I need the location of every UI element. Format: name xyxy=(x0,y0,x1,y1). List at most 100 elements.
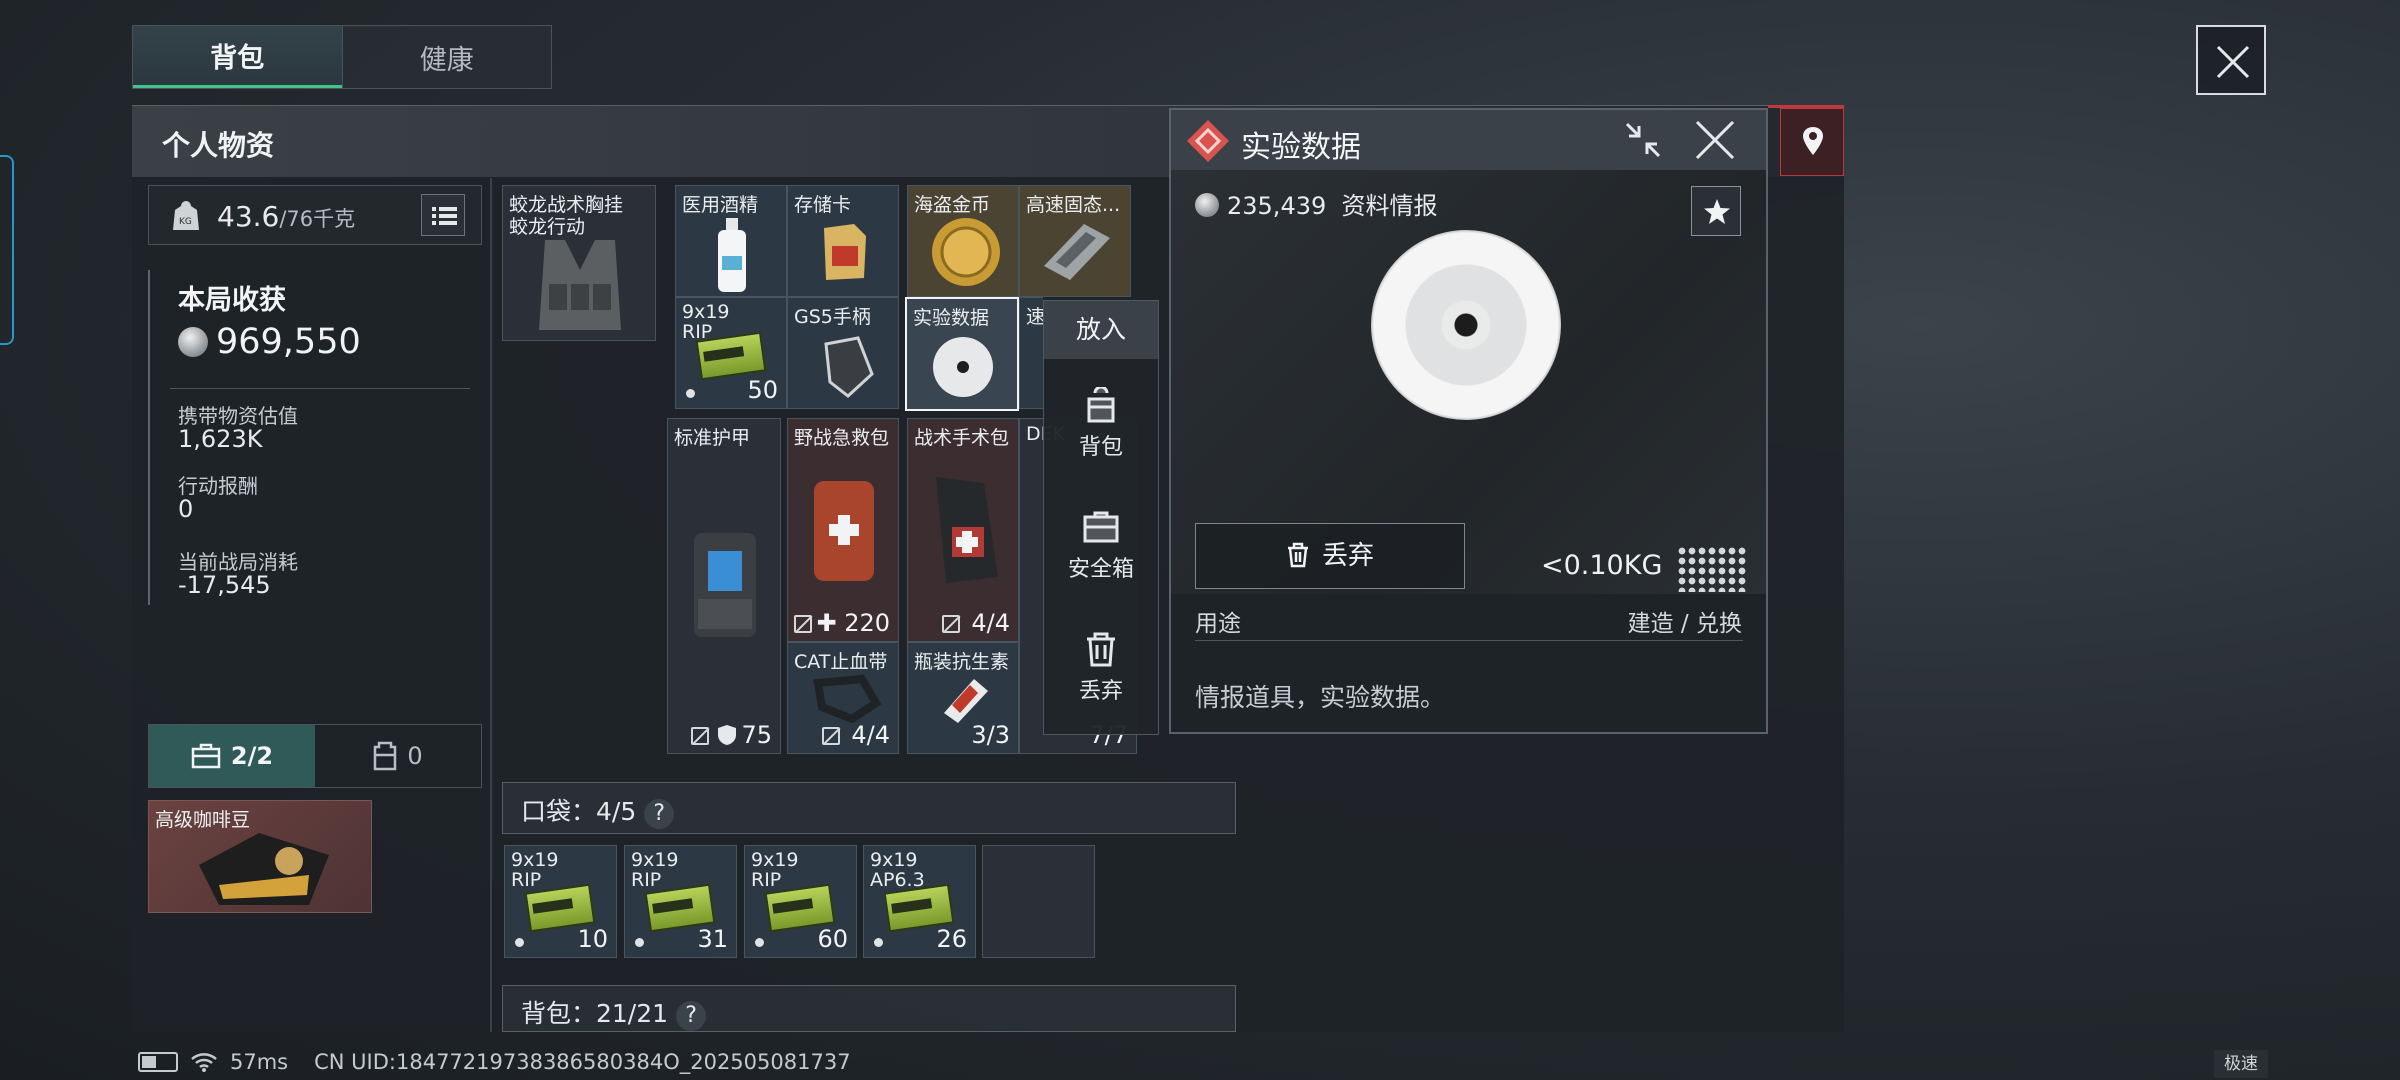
discard-button[interactable]: 丢弃 xyxy=(1195,523,1465,589)
bottle-icon xyxy=(718,218,746,292)
backpack-icon xyxy=(1087,387,1115,423)
pocket-slot[interactable]: 9x19 RIP 60 xyxy=(744,845,857,958)
item-cat-tourniquet[interactable]: CAT止血带 4/4 xyxy=(787,642,899,754)
menu-item-safe-case[interactable]: 安全箱 xyxy=(1044,509,1158,583)
item-count: 3/3 xyxy=(971,721,1010,749)
item-experiment-data[interactable]: 实验数据 xyxy=(905,297,1019,411)
weight-max: /76千克 xyxy=(279,207,356,231)
no-drop-icon xyxy=(691,727,710,745)
item-name: 瓶装抗生素 xyxy=(914,651,1010,673)
item-chest-rig[interactable]: 蛟龙战术胸挂 蛟龙行动 xyxy=(502,185,656,341)
item-durability: 75 xyxy=(691,721,772,749)
weight-icon: KG xyxy=(173,201,199,230)
item-ammo-rip[interactable]: 9x19 RIP 50 xyxy=(675,297,787,409)
chest-rig-icon xyxy=(539,240,621,330)
canister-icon xyxy=(374,741,397,771)
tab-card-case[interactable]: 0 xyxy=(315,725,481,787)
item-pirate-coin[interactable]: 海盗金币 xyxy=(907,185,1019,297)
pill-bottle-icon xyxy=(944,679,988,723)
close-icon xyxy=(2216,45,2250,79)
ammo-box-icon xyxy=(695,331,767,381)
help-button[interactable]: ? xyxy=(644,799,675,829)
armor-durability-value: 75 xyxy=(741,721,772,749)
menu-item-label: 安全箱 xyxy=(1067,557,1134,582)
no-drop-icon xyxy=(941,615,960,633)
pocket-slot[interactable]: 9x19 RIP 31 xyxy=(624,845,737,958)
minimize-icon[interactable] xyxy=(1623,120,1663,160)
ssd-icon xyxy=(1044,224,1110,280)
item-name: 9x19 RIP xyxy=(631,849,679,891)
item-standard-armor[interactable]: 标准护甲 75 xyxy=(667,418,781,754)
stat-value-reward: 0 xyxy=(178,495,194,523)
svg-text:KG: KG xyxy=(179,217,192,227)
tab-safe-case[interactable]: 2/2 xyxy=(149,725,315,787)
item-coffee-beans[interactable]: 高级咖啡豆 xyxy=(148,800,372,913)
disc-image xyxy=(1353,212,1579,438)
item-surgery-kit[interactable]: 战术手术包 4/4 xyxy=(907,418,1019,642)
item-name: 9x19 AP6.3 xyxy=(870,849,925,891)
usage-label: 用途 xyxy=(1195,611,1241,637)
haul-total-value: 969,550 xyxy=(216,322,361,362)
toolbox-icon xyxy=(191,743,221,769)
item-antibiotic[interactable]: 瓶装抗生素 3/3 xyxy=(907,642,1019,754)
item-field-first-aid[interactable]: 野战急救包 ✚ 220 xyxy=(787,418,899,642)
item-name: 9x19 RIP xyxy=(751,849,799,891)
location-button[interactable] xyxy=(1780,108,1844,176)
tourniquet-count: 4/4 xyxy=(851,721,890,749)
context-menu: 放入 背包 安全箱 丢弃 xyxy=(1043,300,1159,735)
item-count: 50 xyxy=(747,376,778,404)
pocket-slot[interactable]: 9x19 RIP 10 xyxy=(504,845,617,958)
item-partial[interactable]: 速 xyxy=(1019,297,1043,409)
discard-label: 丢弃 xyxy=(1321,541,1374,571)
item-count: 10 xyxy=(577,925,608,953)
item-detail-popup: 实验数据 235,439 资料情报 <0.10KG 丢弃 用途 建造 / 兑换 … xyxy=(1169,108,1768,734)
item-name: 野战急救包 xyxy=(794,427,890,449)
help-button[interactable]: ? xyxy=(676,1001,707,1031)
tab-backpack[interactable]: 背包 xyxy=(133,26,342,88)
list-icon xyxy=(432,207,457,225)
craft-exchange-label[interactable]: 建造 / 兑换 xyxy=(1628,604,1742,638)
favorite-button[interactable] xyxy=(1691,186,1741,236)
menu-item-backpack[interactable]: 背包 xyxy=(1044,387,1158,461)
no-drop-icon xyxy=(794,615,813,633)
pocket-header: 口袋：4/5? xyxy=(502,782,1236,834)
close-button[interactable] xyxy=(2196,25,2266,95)
speed-badge[interactable]: 极速 xyxy=(2214,1050,2268,1078)
coin-icon xyxy=(1195,193,1219,217)
battery-icon xyxy=(138,1052,178,1072)
item-count: 26 xyxy=(936,925,967,953)
pocket-label: 口袋：4/5 xyxy=(521,797,637,826)
menu-item-label: 背包 xyxy=(1078,435,1123,460)
item-count: 4/4 xyxy=(821,721,890,749)
item-name: 速 xyxy=(1026,302,1043,329)
weight-readout: 43.6/76千克 xyxy=(217,200,355,233)
ammo-dot xyxy=(874,938,883,947)
item-ssd[interactable]: 高速固态... xyxy=(1019,185,1131,297)
left-edge-handle[interactable] xyxy=(0,155,14,345)
item-name: 实验数据 xyxy=(913,307,990,329)
tab-health[interactable]: 健康 xyxy=(341,26,552,88)
card-case-count: 0 xyxy=(407,742,423,770)
list-view-button[interactable] xyxy=(421,194,465,236)
ammo-dot xyxy=(515,938,524,947)
close-icon[interactable] xyxy=(1693,120,1737,160)
rarity-diamond-icon xyxy=(1187,120,1229,162)
panel-title: 个人物资 xyxy=(162,129,275,162)
trash-icon xyxy=(1087,632,1115,667)
item-medical-alcohol[interactable]: 医用酒精 xyxy=(675,185,787,297)
pocket-slot[interactable]: 9x19 AP6.3 26 xyxy=(863,845,976,958)
item-gs5-grip[interactable]: GS5手柄 xyxy=(787,297,899,409)
top-tabs: 背包 健康 xyxy=(132,25,552,89)
toolbox-icon xyxy=(1083,511,1119,543)
pocket-slot-empty[interactable] xyxy=(982,845,1095,958)
item-sd-card[interactable]: 存储卡 xyxy=(787,185,899,297)
surgery-kit-icon xyxy=(936,477,998,583)
armor-icon xyxy=(694,533,756,637)
item-name: 存储卡 xyxy=(794,194,852,216)
stat-value-consumption: -17,545 xyxy=(178,571,271,599)
stat-value-carry-value: 1,623K xyxy=(178,425,263,453)
size-grid-icon xyxy=(1677,546,1747,592)
item-name: 战术手术包 xyxy=(914,427,1010,449)
wifi-icon xyxy=(191,1053,217,1072)
menu-item-discard[interactable]: 丢弃 xyxy=(1044,631,1158,705)
